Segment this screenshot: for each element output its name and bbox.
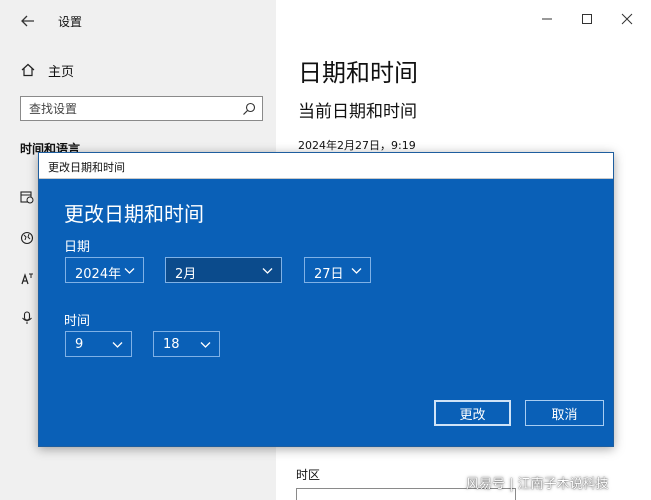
- maximize-icon[interactable]: [580, 12, 594, 26]
- month-select[interactable]: 2月: [165, 257, 282, 283]
- page-title: 日期和时间: [298, 59, 418, 87]
- region-icon[interactable]: [20, 231, 34, 245]
- dialog-heading: 更改日期和时间: [64, 202, 204, 226]
- change-datetime-dialog: 更改日期和时间 更改日期和时间 日期 2024年 2月 27日 时间 9 18 …: [38, 152, 614, 447]
- sidebar-item-home[interactable]: 主页: [20, 58, 260, 82]
- year-select[interactable]: 2024年: [65, 257, 144, 283]
- day-value: 27日: [314, 267, 344, 282]
- close-icon[interactable]: [620, 12, 634, 26]
- timezone-label: 时区: [296, 468, 321, 482]
- minute-select[interactable]: 18: [153, 331, 220, 357]
- search-input[interactable]: [29, 100, 229, 118]
- search-box[interactable]: [20, 96, 263, 121]
- back-arrow-icon[interactable]: [18, 11, 38, 31]
- day-select[interactable]: 27日: [304, 257, 371, 283]
- month-value: 2月: [175, 267, 197, 282]
- window-title: 设置: [58, 15, 83, 29]
- dialog-titlebar: 更改日期和时间: [39, 153, 613, 179]
- watermark: 风易号 | 江南子木说科技: [466, 477, 609, 492]
- minimize-icon[interactable]: [540, 12, 554, 26]
- window-titlebar: 设置: [0, 0, 651, 40]
- sidebar-item-label: 主页: [48, 64, 75, 80]
- dialog-window-title: 更改日期和时间: [48, 161, 125, 174]
- cancel-button[interactable]: 取消: [525, 400, 604, 426]
- speech-icon[interactable]: [20, 311, 34, 325]
- hour-value: 9: [75, 337, 84, 352]
- current-datetime: 2024年2月27日，9:19: [298, 139, 416, 152]
- chevron-down-icon: [351, 268, 362, 274]
- chevron-down-icon: [262, 268, 273, 274]
- search-icon[interactable]: [242, 102, 256, 116]
- date-time-icon[interactable]: [20, 190, 34, 204]
- minute-value: 18: [163, 337, 180, 352]
- language-icon[interactable]: [20, 272, 34, 286]
- chevron-down-icon: [112, 342, 123, 348]
- chevron-down-icon: [200, 342, 211, 348]
- date-label: 日期: [64, 240, 91, 255]
- chevron-down-icon: [124, 268, 135, 274]
- hour-select[interactable]: 9: [65, 331, 132, 357]
- dialog-body: 更改日期和时间 日期 2024年 2月 27日 时间 9 18 更改 取消: [39, 179, 613, 446]
- section-subtitle: 当前日期和时间: [298, 102, 417, 122]
- change-button[interactable]: 更改: [434, 400, 511, 426]
- year-value: 2024年: [75, 267, 122, 282]
- time-label: 时间: [64, 314, 91, 329]
- home-icon: [21, 63, 35, 77]
